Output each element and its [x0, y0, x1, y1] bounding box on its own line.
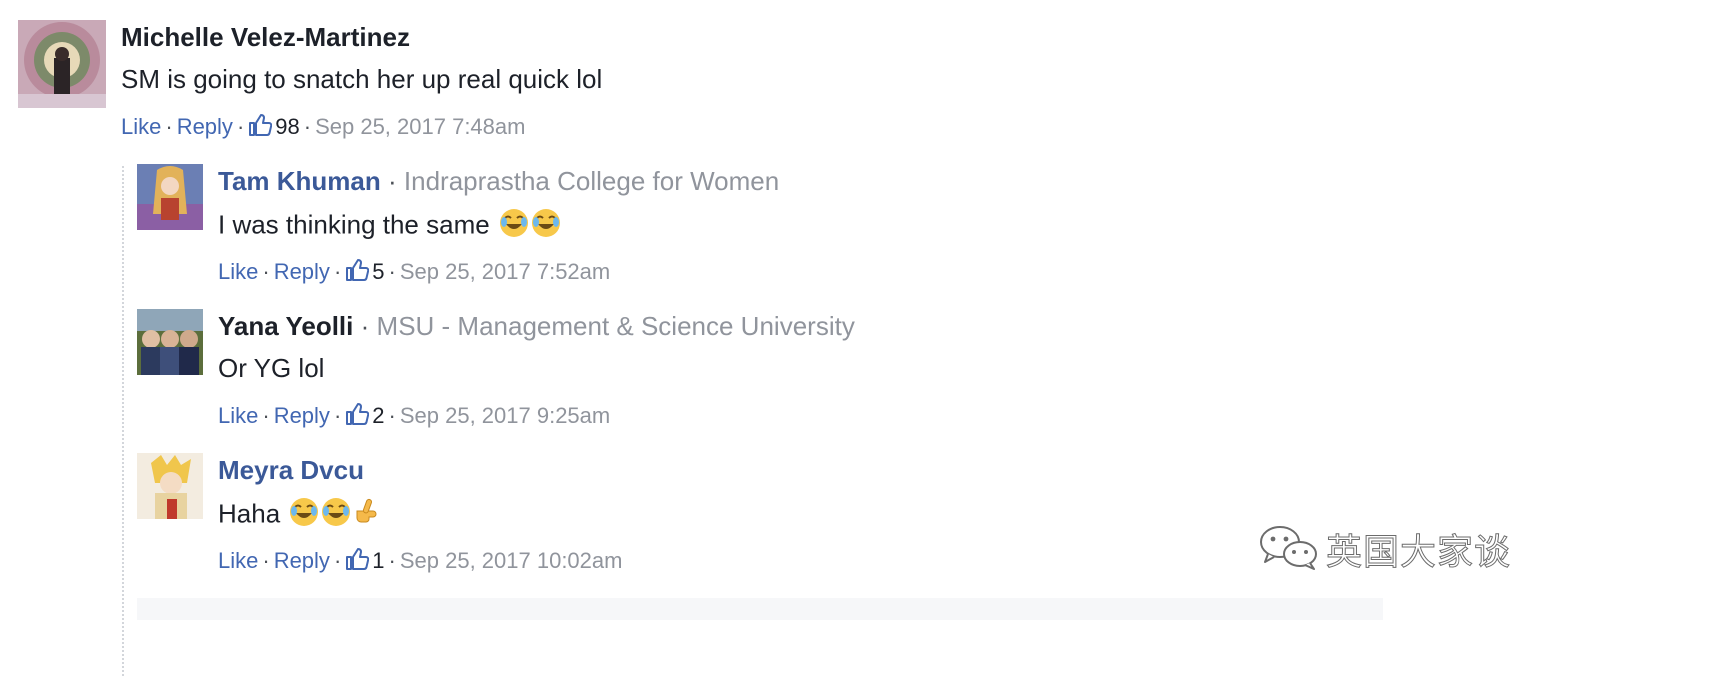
separator: ·	[165, 114, 173, 139]
joy-emoji-icon	[321, 497, 351, 534]
like-button[interactable]: Like	[218, 259, 258, 284]
watermark: 英国大家谈	[1258, 523, 1511, 575]
reply-author[interactable]: Tam Khuman	[218, 166, 381, 196]
avatar[interactable]	[137, 453, 203, 519]
reply-text: Or YG lol	[218, 353, 325, 383]
separator: ·	[333, 403, 342, 428]
reply-author[interactable]: Meyra Dvcu	[218, 455, 364, 485]
like-count: 2	[372, 403, 385, 428]
timestamp[interactable]: Sep 25, 2017 9:25am	[400, 403, 610, 428]
separator: ·	[388, 548, 396, 573]
author-affiliation[interactable]: Indraprastha College for Women	[404, 166, 779, 196]
reply-text-content: Haha	[218, 498, 281, 529]
reply-actions: Like · Reply · 2 · Sep 25, 2017 9:25am	[218, 402, 610, 433]
pointing-hand-emoji-icon	[353, 497, 383, 534]
reply-text: I was thinking the same	[218, 208, 561, 245]
reply-actions: Like · Reply · 1 · Sep 25, 2017 10:02am	[218, 547, 622, 578]
joy-emoji-icon	[531, 208, 561, 245]
watermark-text: 英国大家谈	[1325, 532, 1512, 574]
like-count: 1	[372, 548, 385, 573]
timestamp[interactable]: Sep 25, 2017 10:02am	[400, 548, 623, 573]
thumbs-up-icon[interactable]	[345, 258, 370, 289]
separator: ·	[303, 114, 312, 139]
author-affiliation[interactable]: MSU - Management & Science University	[377, 311, 855, 341]
separator: ·	[360, 311, 370, 341]
like-count: 98	[275, 114, 300, 139]
like-button[interactable]: Like	[218, 403, 258, 428]
reply-button[interactable]: Reply	[274, 548, 330, 573]
load-more-bar[interactable]	[137, 598, 1383, 620]
reply-button[interactable]: Reply	[274, 259, 330, 284]
avatar[interactable]	[137, 164, 203, 230]
reply-text-content: I was thinking the same	[218, 209, 490, 240]
separator: ·	[388, 166, 397, 196]
avatar[interactable]	[137, 309, 203, 375]
reply-author[interactable]: Yana Yeolli	[218, 311, 353, 341]
like-count: 5	[372, 259, 385, 284]
wechat-logo-icon	[1258, 524, 1320, 575]
separator: ·	[262, 259, 270, 284]
separator: ·	[388, 403, 396, 428]
reply-button[interactable]: Reply	[274, 403, 330, 428]
separator: ·	[262, 403, 270, 428]
avatar[interactable]	[18, 20, 106, 108]
reply-actions: Like · Reply · 5 · Sep 25, 2017 7:52am	[218, 258, 610, 289]
timestamp[interactable]: Sep 25, 2017 7:52am	[400, 259, 610, 284]
thumbs-up-icon[interactable]	[248, 113, 273, 144]
reply-button[interactable]: Reply	[177, 114, 233, 139]
comment-actions: Like · Reply · 98 · Sep 25, 2017 7:48am	[121, 113, 525, 144]
reply-text: Haha	[218, 497, 383, 534]
separator: ·	[262, 548, 270, 573]
timestamp[interactable]: Sep 25, 2017 7:48am	[315, 114, 525, 139]
like-button[interactable]: Like	[218, 548, 258, 573]
separator: ·	[388, 259, 396, 284]
separator: ·	[333, 259, 342, 284]
separator: ·	[333, 548, 342, 573]
joy-emoji-icon	[289, 497, 319, 534]
like-button[interactable]: Like	[121, 114, 161, 139]
separator: ·	[236, 114, 245, 139]
comment-text: SM is going to snatch her up real quick …	[121, 64, 603, 94]
reply-thread-line	[122, 166, 124, 676]
thumbs-up-icon[interactable]	[345, 547, 370, 578]
thumbs-up-icon[interactable]	[345, 402, 370, 433]
joy-emoji-icon	[499, 208, 529, 245]
comment-author[interactable]: Michelle Velez-Martinez	[121, 22, 410, 52]
